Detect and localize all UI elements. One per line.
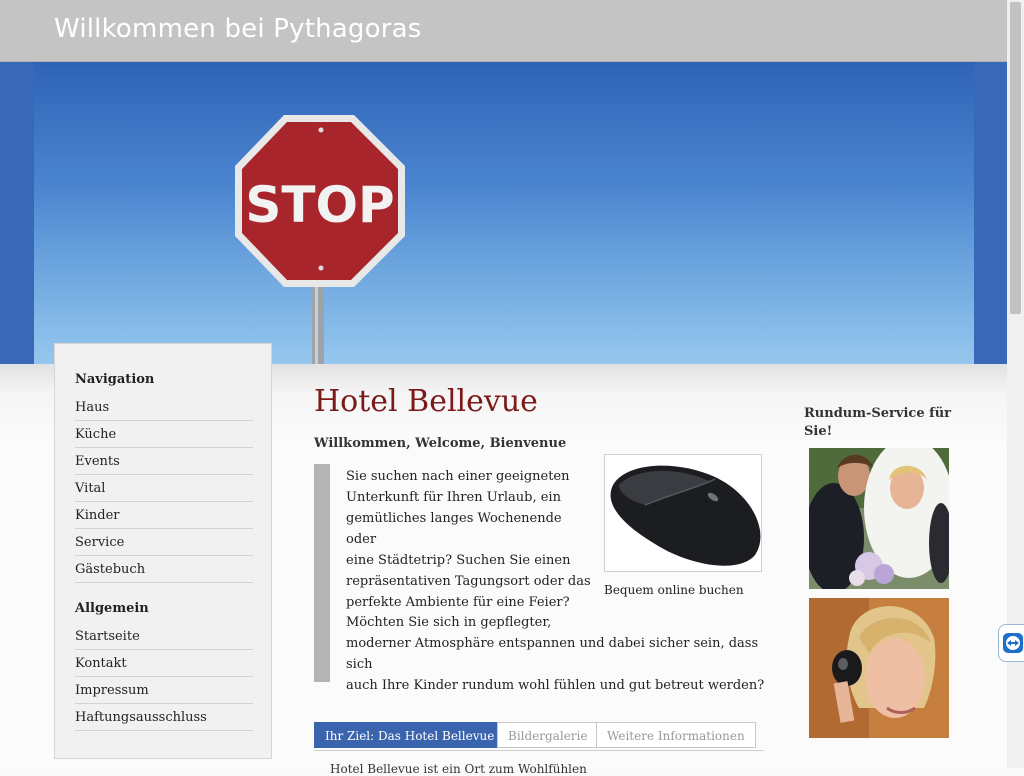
teamviewer-icon: [1003, 633, 1023, 653]
intro-line: repräsentativen Tagungsort oder das: [346, 574, 591, 589]
site-title: Willkommen bei Pythagoras: [54, 14, 422, 44]
nav-item-gaestebuch[interactable]: Gästebuch: [75, 556, 253, 583]
tab-bildergalerie[interactable]: Bildergalerie: [497, 722, 599, 748]
intro-line: perfekte Ambiente für eine Feier?: [346, 595, 570, 610]
service-title: Rundum-Service für Sie!: [804, 406, 952, 439]
computer-mouse-icon: [605, 455, 761, 571]
intro-line: gemütliches langes Wochenende oder: [346, 511, 562, 547]
stop-sign-label: STOP: [245, 176, 394, 234]
wedding-couple-image: [809, 448, 949, 589]
nav-item-service[interactable]: Service: [75, 529, 253, 556]
hero-banner: STOP: [0, 62, 1007, 370]
clipped-text-line: Hotel Bellevue ist ein Ort zum Wohlfühle…: [330, 762, 587, 776]
scrollbar-thumb[interactable]: [1010, 2, 1021, 314]
woman-portrait-image: [809, 598, 949, 738]
hero-sky: STOP: [34, 62, 974, 370]
main-content: Hotel Bellevue Willkommen, Welcome, Bien…: [314, 380, 764, 751]
mouse-image[interactable]: [604, 454, 762, 572]
wedding-photo[interactable]: [809, 448, 949, 589]
welcome-subtitle: Willkommen, Welcome, Bienvenue: [314, 436, 567, 451]
remote-support-widget[interactable]: [998, 624, 1024, 662]
stop-sign-image: STOP: [235, 115, 405, 370]
intro-paragraph: Sie suchen nach einer geeigneten Unterku…: [346, 466, 592, 613]
nav-box: Navigation Haus Küche Events Vital Kinde…: [54, 343, 272, 759]
site-header: Willkommen bei Pythagoras: [0, 0, 1007, 62]
intro-line: Sie suchen nach einer geeigneten: [346, 469, 570, 484]
nav-item-kueche[interactable]: Küche: [75, 421, 253, 448]
nav-item-events[interactable]: Events: [75, 448, 253, 475]
mouse-caption: Bequem online buchen: [604, 583, 744, 597]
intro-line: Unterkunft für Ihren Urlaub, ein: [346, 490, 561, 505]
second-line: moderner Atmosphäre entspannen und dabei…: [346, 636, 759, 672]
intro-line: eine Städtetrip? Suchen Sie einen: [346, 553, 571, 568]
tab-hotel-bellevue[interactable]: Ihr Ziel: Das Hotel Bellevue: [314, 722, 506, 748]
nav-heading-allgemein: Allgemein: [75, 601, 149, 616]
nav-item-vital[interactable]: Vital: [75, 475, 253, 502]
service-column: Rundum-Service für Sie!: [804, 405, 954, 738]
nav-item-haus[interactable]: Haus: [75, 394, 253, 421]
tab-weitere-informationen[interactable]: Weitere Informationen: [596, 722, 756, 748]
nav-item-haftungsausschluss[interactable]: Haftungsausschluss: [75, 704, 253, 731]
nav-item-kinder[interactable]: Kinder: [75, 502, 253, 529]
page-title: Hotel Bellevue: [314, 384, 538, 419]
second-line: auch Ihre Kinder rundum wohl fühlen und …: [346, 678, 765, 693]
nav-list-allgemein: Startseite Kontakt Impressum Haftungsaus…: [75, 623, 253, 731]
nav-item-startseite[interactable]: Startseite: [75, 623, 253, 650]
tab-bar: Ihr Ziel: Das Hotel Bellevue Bildergaler…: [314, 722, 764, 751]
nav-heading-navigation: Navigation: [75, 372, 155, 387]
nav-list-navigation: Haus Küche Events Vital Kinder Service G…: [75, 394, 253, 583]
nav-item-impressum[interactable]: Impressum: [75, 677, 253, 704]
nav-item-kontakt[interactable]: Kontakt: [75, 650, 253, 677]
second-line: Möchten Sie sich in gepflegter,: [346, 615, 552, 630]
second-paragraph: Möchten Sie sich in gepflegter, moderner…: [346, 612, 776, 696]
portrait-photo[interactable]: [809, 598, 949, 738]
quote-bar: [314, 464, 330, 682]
